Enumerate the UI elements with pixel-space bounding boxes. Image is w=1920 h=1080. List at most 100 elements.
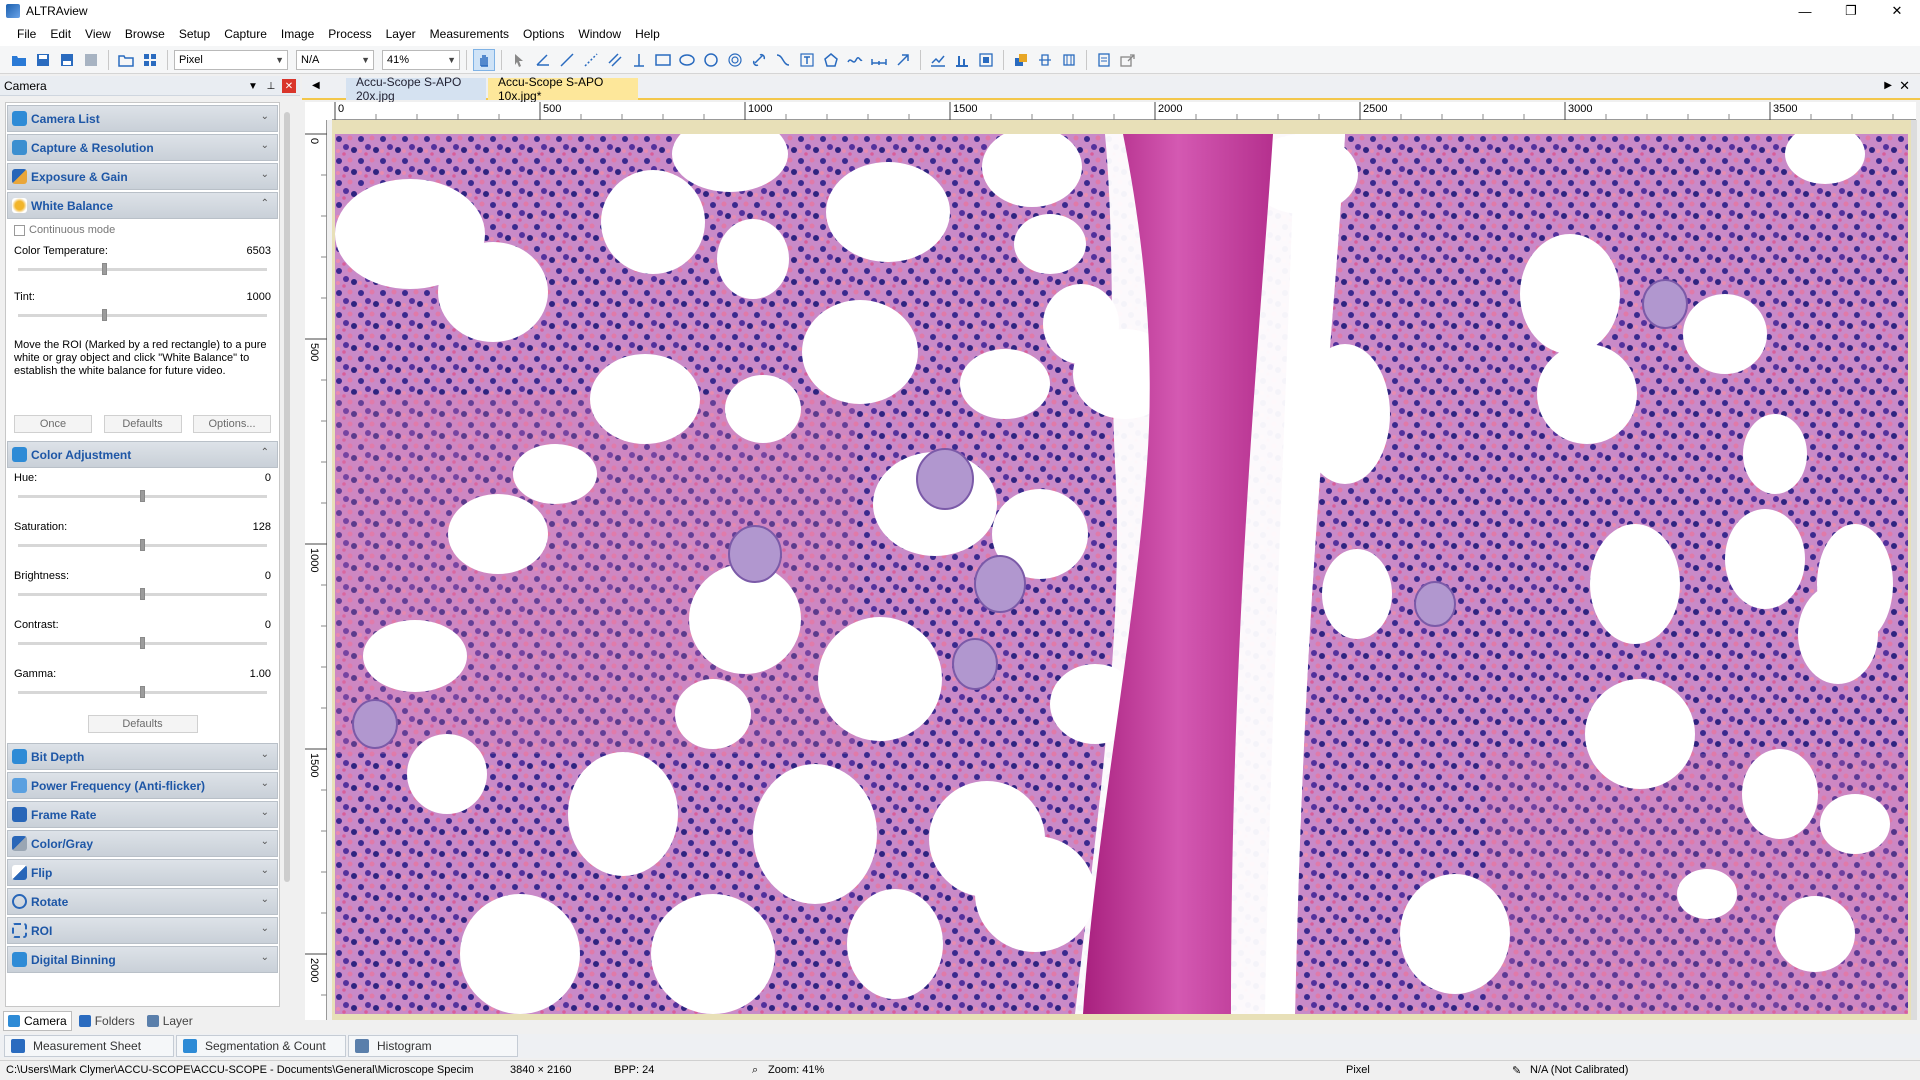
browse-folder-icon[interactable] [115,49,137,71]
section-flip[interactable]: Flip ⌄ [7,859,278,886]
section-capture-resolution[interactable]: Capture & Resolution ⌄ [7,134,278,161]
save-icon[interactable] [32,49,54,71]
angle-tool-icon[interactable] [532,49,554,71]
scroll-tabs-left-icon[interactable]: ◀ [312,80,320,91]
dock-close-icon[interactable]: ✕ [282,79,296,93]
menu-view[interactable]: View [78,27,118,41]
gamma-thumb[interactable] [140,686,145,698]
dock-menu-icon[interactable]: ▼ [246,79,260,93]
brightness-thumb[interactable] [140,588,145,600]
rectangle-tool-icon[interactable] [652,49,674,71]
section-bit-depth[interactable]: Bit Depth ⌄ [7,743,278,770]
thumbnails-icon[interactable] [139,49,161,71]
section-digital-binning[interactable]: Digital Binning ⌄ [7,946,278,973]
tint-slider[interactable] [18,314,267,317]
curve-tool-icon[interactable] [772,49,794,71]
zoom-select[interactable]: 41% ▼ [382,49,460,70]
export-icon[interactable] [1117,49,1139,71]
text-tool-icon[interactable] [796,49,818,71]
menu-options[interactable]: Options [516,27,571,41]
freehand-tool-icon[interactable] [844,49,866,71]
calibration-select[interactable]: N/A ▼ [296,49,374,70]
color-temperature-slider[interactable] [18,268,267,271]
menu-process[interactable]: Process [321,27,378,41]
menu-capture[interactable]: Capture [217,27,274,41]
layers-icon[interactable] [1058,49,1080,71]
menu-setup[interactable]: Setup [172,27,217,41]
continuous-mode-checkbox[interactable] [14,224,25,236]
color-temperature-thumb[interactable] [102,263,107,275]
bring-front-icon[interactable] [1010,49,1032,71]
unit-select[interactable]: Pixel ▼ [174,49,288,70]
saturation-label: Saturation: [14,521,68,533]
color-temperature-value: 6503 [246,245,271,257]
section-camera-list[interactable]: Camera List ⌄ [7,105,278,132]
menu-help[interactable]: Help [628,27,667,41]
perpendicular-icon[interactable] [628,49,650,71]
section-rotate[interactable]: Rotate ⌄ [7,888,278,915]
continuous-mode-row[interactable]: Continuous mode [6,219,279,241]
white-balance-defaults-button[interactable]: Defaults [103,415,182,433]
tab-segmentation-count[interactable]: Segmentation & Count [176,1035,346,1057]
contrast-thumb[interactable] [140,637,145,649]
menu-layer[interactable]: Layer [379,27,423,41]
ellipse-tool-icon[interactable] [676,49,698,71]
tab-layer[interactable]: Layer [142,1011,198,1031]
tab-camera[interactable]: Camera [3,1011,72,1031]
minimize-button[interactable]: — [1782,0,1828,22]
section-power-frequency[interactable]: Power Frequency (Anti-flicker) ⌄ [7,772,278,799]
image-canvas[interactable] [332,120,1916,1020]
menu-browse[interactable]: Browse [118,27,172,41]
close-window-button[interactable]: ✕ [1874,0,1920,22]
options-button[interactable]: Options... [193,415,271,433]
section-roi[interactable]: ROI ⌄ [7,917,278,944]
saturation-thumb[interactable] [140,539,145,551]
section-frame-rate[interactable]: Frame Rate ⌄ [7,801,278,828]
section-white-balance[interactable]: White Balance ⌃ [7,192,278,219]
section-color-gray[interactable]: Color/Gray ⌄ [7,830,278,857]
doc-tab-10x[interactable]: Accu-Scope S-APO 10x.jpg* [488,75,638,103]
line-tool-icon[interactable] [556,49,578,71]
close-document-icon[interactable]: ✕ [1899,78,1910,94]
align-center-icon[interactable] [1034,49,1056,71]
open-icon[interactable] [8,49,30,71]
circle-tool-icon[interactable] [700,49,722,71]
maximize-button[interactable]: ❐ [1828,0,1874,22]
pin-icon[interactable]: ⊥ [264,79,278,93]
tab-measurement-sheet[interactable]: Measurement Sheet [4,1035,174,1057]
microscope-image[interactable] [335,134,1908,1014]
dotted-line-icon[interactable] [580,49,602,71]
doc-tab-20x[interactable]: Accu-Scope S-APO 20x.jpg [346,75,486,103]
align-bottom-icon[interactable] [951,49,973,71]
document-scrollbar[interactable] [1911,120,1917,1020]
pan-hand-icon[interactable] [473,48,495,71]
dock-scrollbar[interactable] [284,112,290,882]
group-icon[interactable] [975,49,997,71]
menu-window[interactable]: Window [571,27,628,41]
arrow-tool-icon[interactable] [892,49,914,71]
scale-bar-icon[interactable] [868,49,890,71]
parallel-line-icon[interactable] [604,49,626,71]
menu-edit[interactable]: Edit [43,27,78,41]
tab-histogram[interactable]: Histogram [348,1035,518,1057]
color-defaults-button[interactable]: Defaults [87,715,198,733]
report-icon[interactable] [1093,49,1115,71]
tab-folders[interactable]: Folders [74,1011,140,1031]
menu-measurements[interactable]: Measurements [423,27,516,41]
save-as-icon[interactable] [56,49,78,71]
graph-tool-icon[interactable] [927,49,949,71]
select-arrow-icon[interactable] [508,49,530,71]
concentric-circle-icon[interactable] [724,49,746,71]
once-button[interactable]: Once [14,415,92,433]
section-color-adjustment[interactable]: Color Adjustment ⌃ [7,441,278,468]
horizontal-ruler: 0 500 1000 1500 2000 2500 3000 3500 [332,102,1916,120]
hue-thumb[interactable] [140,490,145,502]
menu-file[interactable]: File [10,27,43,41]
link-tool-icon[interactable] [748,49,770,71]
close-document-icon[interactable] [80,49,102,71]
scroll-tabs-right-icon[interactable]: ▶ [1884,80,1892,91]
menu-image[interactable]: Image [274,27,321,41]
polygon-tool-icon[interactable] [820,49,842,71]
section-exposure-gain[interactable]: Exposure & Gain ⌄ [7,163,278,190]
tint-thumb[interactable] [102,309,107,321]
